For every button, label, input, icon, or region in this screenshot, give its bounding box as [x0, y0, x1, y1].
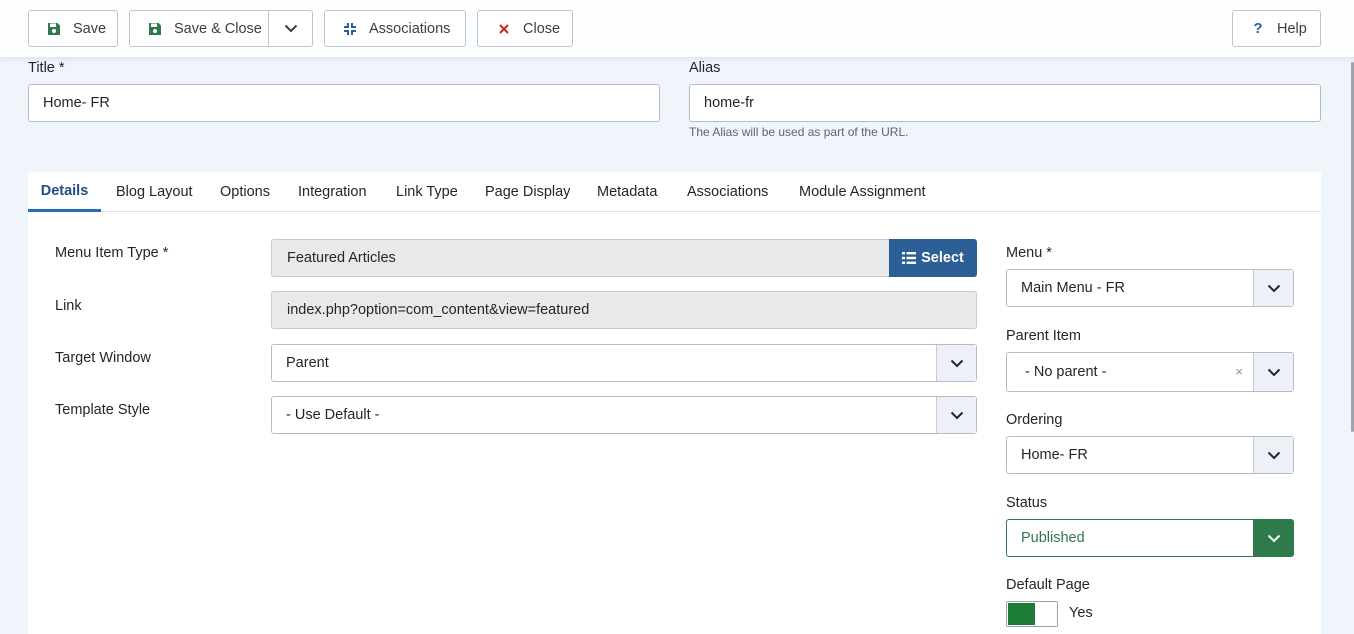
alias-label: Alias — [689, 60, 721, 76]
alias-input-value: home-fr — [704, 95, 754, 111]
alias-hint: The Alias will be used as part of the UR… — [689, 125, 909, 139]
ordering-label: Ordering — [1006, 412, 1063, 428]
tab-blog-layout[interactable]: Blog Layout — [116, 172, 193, 212]
chevron-down-icon — [936, 397, 976, 433]
menu-label: Menu * — [1006, 245, 1052, 261]
link-value: index.php?option=com_content&view=featur… — [287, 302, 590, 318]
close-icon — [496, 21, 512, 37]
save-button[interactable]: Save — [28, 10, 118, 47]
template-style-select[interactable]: - Use Default - — [271, 396, 977, 434]
parent-item-select[interactable]: - No parent - × — [1006, 352, 1294, 392]
menu-select[interactable]: Main Menu - FR — [1006, 269, 1294, 307]
link-label: Link — [55, 298, 82, 314]
chevron-down-icon — [936, 345, 976, 381]
chevron-down-icon — [1253, 437, 1293, 473]
status-label: Status — [1006, 495, 1048, 511]
toggle-knob — [1008, 603, 1035, 625]
tab-integration[interactable]: Integration — [298, 172, 367, 212]
chevron-down-icon — [284, 21, 298, 37]
default-page-toggle[interactable] — [1006, 601, 1058, 627]
help-icon: ? — [1253, 20, 1263, 37]
link-field: index.php?option=com_content&view=featur… — [271, 291, 977, 329]
status-select[interactable]: Published — [1006, 519, 1294, 557]
associations-icon — [342, 21, 358, 37]
save-close-button[interactable]: Save & Close — [129, 10, 269, 47]
associations-button[interactable]: Associations — [324, 10, 466, 47]
ordering-select[interactable]: Home- FR — [1006, 436, 1294, 474]
menu-item-type-field: Featured Articles — [271, 239, 891, 277]
save-close-button-label: Save & Close — [174, 20, 262, 37]
title-input[interactable]: Home- FR — [28, 84, 660, 122]
help-button-label: Help — [1277, 20, 1307, 37]
details-card: Details Blog Layout Options Integration … — [28, 172, 1321, 634]
tab-options[interactable]: Options — [220, 172, 270, 212]
target-window-value: Parent — [286, 355, 329, 371]
list-icon — [902, 252, 917, 264]
alias-input[interactable]: home-fr — [689, 84, 1321, 122]
chevron-down-icon — [1253, 270, 1293, 306]
target-window-label: Target Window — [55, 350, 151, 366]
tab-associations[interactable]: Associations — [687, 172, 768, 212]
template-style-label: Template Style — [55, 402, 151, 418]
save-icon — [46, 21, 62, 37]
tab-link-type[interactable]: Link Type — [396, 172, 458, 212]
help-button[interactable]: ? Help — [1232, 10, 1321, 47]
status-value: Published — [1021, 530, 1085, 546]
select-button-label: Select — [921, 250, 964, 266]
save-options-dropdown[interactable] — [268, 10, 313, 47]
chevron-down-icon — [1253, 353, 1293, 391]
default-page-value: Yes — [1069, 605, 1093, 621]
title-input-value: Home- FR — [43, 95, 110, 111]
tab-details[interactable]: Details — [28, 172, 101, 212]
tab-page-display[interactable]: Page Display — [485, 172, 570, 212]
select-menu-item-type-button[interactable]: Select — [889, 239, 977, 277]
tab-bar: Details Blog Layout Options Integration … — [28, 172, 1321, 212]
menu-item-type-value: Featured Articles — [287, 250, 396, 266]
toolbar: Save Save & Close Associations Close ? H… — [0, 0, 1354, 58]
save-button-label: Save — [73, 20, 107, 37]
clear-icon[interactable]: × — [1235, 364, 1243, 379]
chevron-down-icon — [1253, 520, 1293, 556]
parent-item-label: Parent Item — [1006, 328, 1081, 344]
close-button-label: Close — [523, 20, 561, 37]
tab-module-assignment[interactable]: Module Assignment — [799, 172, 926, 212]
ordering-value: Home- FR — [1021, 447, 1088, 463]
close-button[interactable]: Close — [477, 10, 573, 47]
associations-button-label: Associations — [369, 20, 451, 37]
save-icon — [147, 21, 163, 37]
parent-item-value: - No parent - — [1025, 364, 1107, 380]
tab-metadata[interactable]: Metadata — [597, 172, 657, 212]
menu-value: Main Menu - FR — [1021, 280, 1125, 296]
title-label: Title * — [28, 60, 65, 76]
template-style-value: - Use Default - — [286, 407, 380, 423]
default-page-label: Default Page — [1006, 577, 1090, 593]
menu-item-type-label: Menu Item Type * — [55, 245, 169, 261]
target-window-select[interactable]: Parent — [271, 344, 977, 382]
